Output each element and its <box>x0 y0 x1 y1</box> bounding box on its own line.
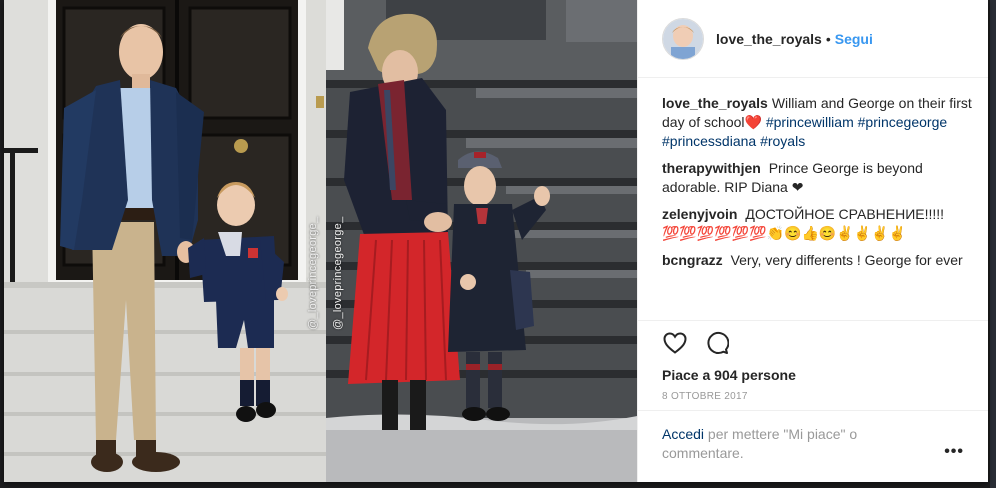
photo-left-panel: @_loveprincegeorge_ <box>4 0 326 482</box>
comment-item: bcngrazz Very, very differents ! George … <box>662 251 972 270</box>
follow-button[interactable]: Segui <box>835 31 873 47</box>
hashtag-link[interactable]: #princewilliam <box>766 114 854 130</box>
comment-item: zelenyjvoin ДОСТОЙНОЕ СРАВНЕНИЕ!!!!! 💯💯💯… <box>662 205 972 243</box>
watermark-right: @_loveprincegeorge_ <box>332 216 344 331</box>
user-avatar[interactable] <box>662 17 704 60</box>
comment-text: Very, very differents ! George for ever <box>730 252 963 268</box>
likes-count[interactable]: Piace a 904 persone <box>662 367 964 383</box>
avatar-image <box>663 18 703 59</box>
speech-bubble-icon[interactable] <box>704 330 730 356</box>
photo-right-illustration <box>326 0 637 482</box>
comment-author[interactable]: bcngrazz <box>662 252 723 268</box>
heart-outline-icon[interactable] <box>662 330 688 356</box>
background-stripe <box>990 0 996 488</box>
header-username[interactable]: love_the_royals <box>716 31 822 47</box>
comment-author[interactable]: zelenyjvoin <box>662 206 737 222</box>
hashtag-link[interactable]: #royals <box>760 133 805 149</box>
hashtag-link[interactable]: #princegeorge <box>858 114 948 130</box>
instagram-post: @_loveprincegeorge_ @_loveprincegeorge_ … <box>4 0 988 482</box>
watermark-left: @_loveprincegeorge_ <box>307 216 319 331</box>
post-sidebar: love_the_royals • Segui love_the_royals W… <box>637 0 988 482</box>
more-options-icon[interactable]: ••• <box>944 443 964 461</box>
login-text: Accedi per mettere "Mi piace" o commenta… <box>662 425 912 463</box>
photo-left-illustration <box>4 0 326 482</box>
comment-item: therapywithjen Prince George is beyond a… <box>662 159 972 197</box>
photo-right-panel: @_loveprincegeorge_ <box>326 0 637 482</box>
login-prompt: Accedi per mettere "Mi piace" o commenta… <box>638 410 988 482</box>
comments-list: love_the_royals William and George on the… <box>638 78 988 304</box>
post-header: love_the_royals • Segui <box>638 0 988 78</box>
login-link[interactable]: Accedi <box>662 426 704 442</box>
post-photo[interactable]: @_loveprincegeorge_ @_loveprincegeorge_ <box>4 0 637 482</box>
comment-author[interactable]: therapywithjen <box>662 160 761 176</box>
header-separator: • <box>825 30 831 47</box>
hashtag-link[interactable]: #princessdiana <box>662 133 756 149</box>
action-icons <box>662 321 964 365</box>
comment-caption: love_the_royals William and George on the… <box>662 94 972 151</box>
post-date: 8 OTTOBRE 2017 <box>662 391 748 402</box>
post-actions: Piace a 904 persone 8 OTTOBRE 2017 <box>638 320 988 402</box>
comment-author[interactable]: love_the_royals <box>662 95 768 111</box>
